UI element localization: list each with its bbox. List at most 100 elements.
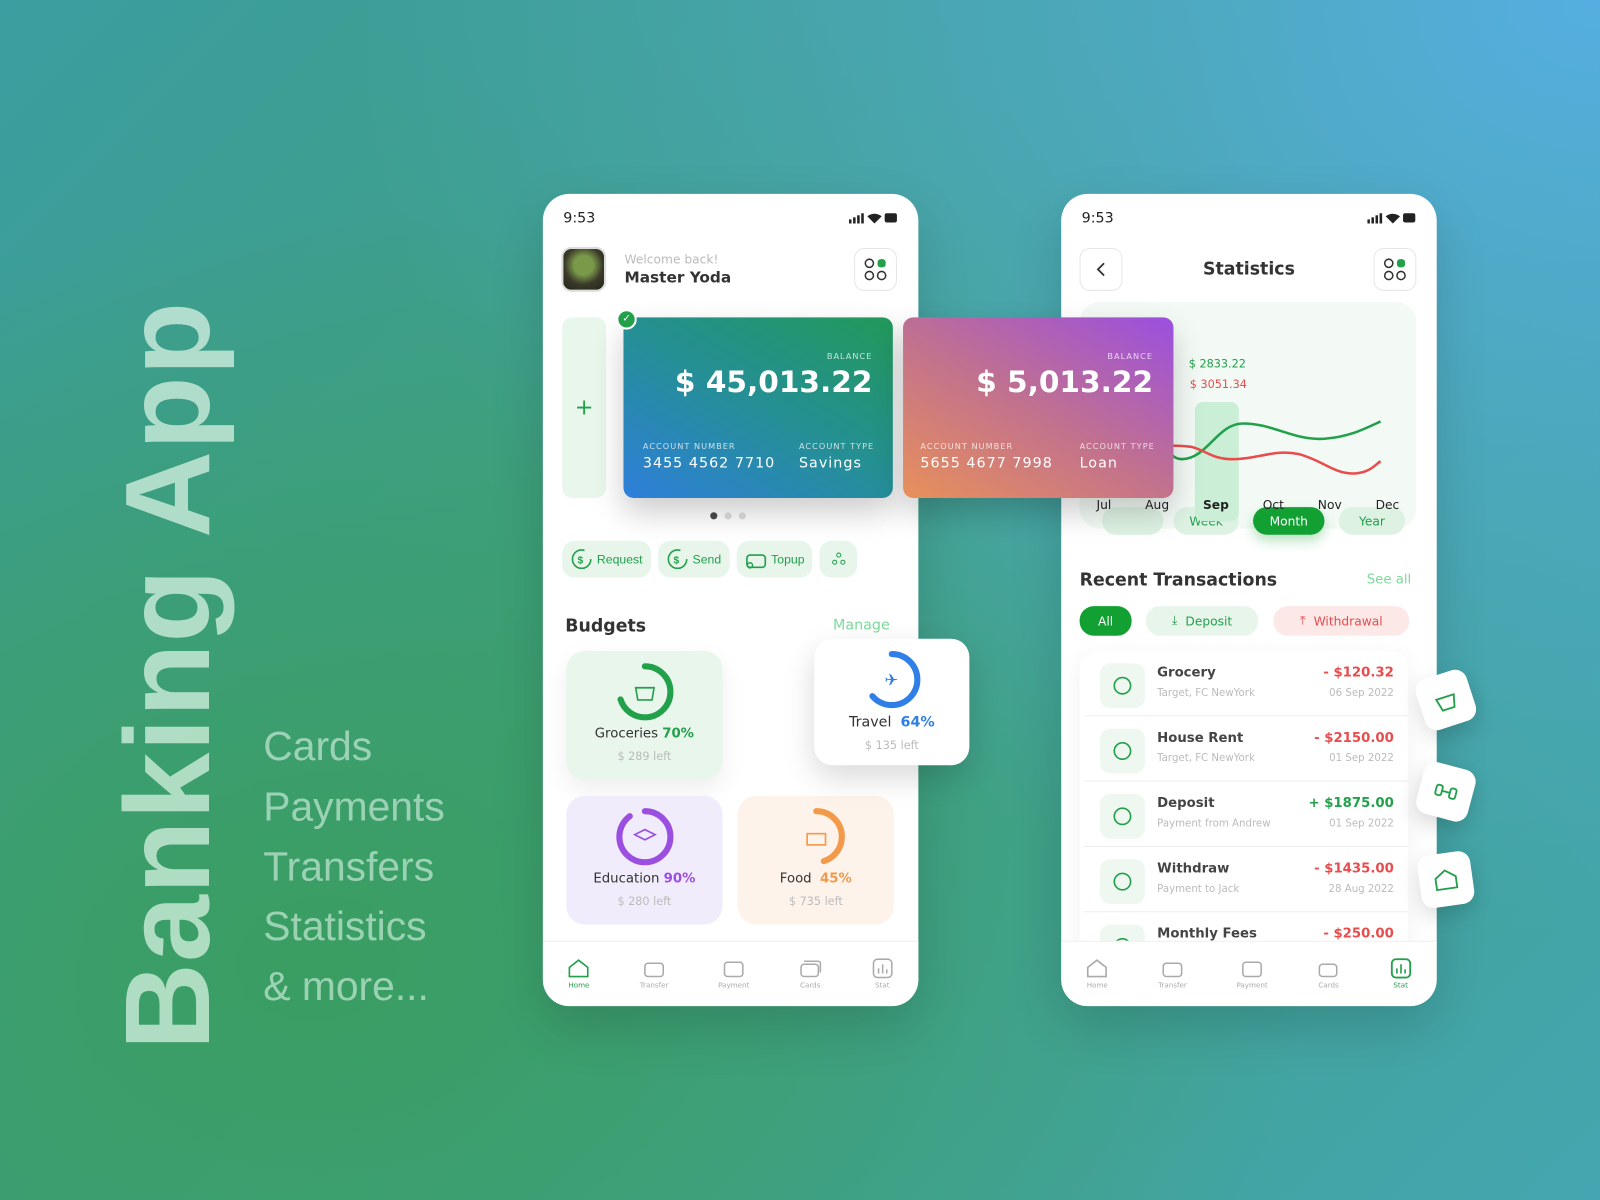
transaction-row[interactable]: House Rent Target, FC NewYork - $2150.00… [1083, 716, 1409, 782]
nav-stat[interactable]: Stat [1389, 958, 1411, 990]
filter-deposit[interactable]: ⤓ Deposit [1145, 606, 1259, 636]
budget-left: $ 289 left [617, 749, 672, 764]
nav-cards[interactable]: Cards [1317, 958, 1339, 990]
feature-transfers: Transfers [263, 844, 435, 890]
budget-name: Education [593, 871, 660, 887]
signal-wifi-battery-icon [1367, 213, 1416, 224]
house-icon [1099, 728, 1145, 774]
account-type-label: ACCOUNT TYPE [1079, 441, 1155, 452]
budget-name: Groceries [594, 726, 658, 742]
card-pager[interactable] [710, 512, 746, 520]
home-screen: 9:53 Welcome back! Master Yoda + BALANCE… [542, 193, 919, 1007]
month-sep[interactable]: Sep [1203, 498, 1229, 512]
upload-icon: ⤒ [1300, 613, 1306, 628]
transaction-row[interactable]: Deposit Payment from Andrew + $1875.00 0… [1083, 782, 1409, 847]
see-all-link[interactable]: See all [1367, 572, 1411, 587]
nav-transfer[interactable]: Transfer [640, 958, 668, 990]
status-icons [848, 212, 898, 224]
filter-all[interactable]: All [1079, 606, 1132, 636]
transaction-subtitle: Target, FC NewYork [1157, 687, 1255, 699]
month-oct[interactable]: Oct [1263, 498, 1284, 512]
month-nov[interactable]: Nov [1318, 498, 1342, 512]
transaction-amount: - $250.00 [1323, 926, 1394, 942]
nav-home[interactable]: Home [1086, 958, 1108, 990]
loan-card[interactable]: BALANCE $ 5,013.22 ACCOUNT NUMBER 5655 4… [903, 317, 1174, 498]
savings-card[interactable]: BALANCE $ 45,013.22 ACCOUNT NUMBER 3455 … [623, 317, 893, 498]
transaction-amount: - $1435.00 [1314, 861, 1394, 877]
feature-cards: Cards [263, 724, 373, 770]
budget-groceries[interactable]: Groceries 70% $ 289 left [566, 651, 723, 780]
svg-text:$: $ [578, 555, 584, 566]
transaction-row[interactable]: Withdraw Payment to Jack - $1435.00 28 A… [1083, 847, 1409, 913]
budget-percent: 64% [900, 714, 935, 731]
feature-statistics: Statistics [263, 904, 427, 949]
month-axis: Jul Aug Sep Oct Nov Dec [1080, 498, 1417, 512]
request-label: Request [596, 552, 643, 567]
payment-icon [1242, 961, 1263, 978]
status-time: 9:53 [563, 210, 596, 227]
transaction-name: Grocery [1157, 665, 1216, 681]
transaction-name: Deposit [1157, 795, 1215, 812]
month-aug[interactable]: Aug [1145, 498, 1169, 512]
account-number: 3455 4562 7710 [642, 455, 776, 472]
request-button[interactable]: $ Request [562, 540, 651, 578]
transaction-date: 06 Sep 2022 [1329, 687, 1394, 699]
bottom-nav: Home Transfer Payment Cards Stat [542, 940, 919, 1007]
transaction-date: 28 Aug 2022 [1328, 883, 1394, 895]
budget-name: Food [779, 871, 812, 887]
cards-icon [1318, 963, 1338, 978]
transaction-subtitle: Target, FC NewYork [1157, 753, 1255, 765]
stat-icon [872, 958, 893, 979]
groceries-progress-ring [615, 663, 673, 721]
nav-payment[interactable]: Payment [1236, 958, 1268, 990]
payment-icon [723, 961, 744, 978]
nav-transfer[interactable]: Transfer [1158, 958, 1187, 990]
budget-left: $ 735 left [788, 894, 843, 909]
month-dec[interactable]: Dec [1376, 498, 1400, 512]
send-button[interactable]: $ Send [657, 540, 730, 578]
home-icon [568, 959, 589, 978]
more-icon [832, 552, 846, 565]
avatar[interactable] [561, 246, 607, 292]
basket-icon [1099, 663, 1145, 709]
card-balance: $ 45,013.22 [674, 364, 873, 399]
add-card-button[interactable]: + [562, 317, 607, 498]
grid-menu-icon [1383, 258, 1406, 281]
basket-icon [634, 686, 655, 701]
food-progress-ring [787, 808, 845, 866]
transaction-amount: - $2150.00 [1314, 730, 1394, 746]
nav-payment[interactable]: Payment [718, 958, 749, 990]
nav-home[interactable]: Home [568, 958, 590, 990]
account-number-label: ACCOUNT NUMBER [920, 441, 1014, 452]
send-label: Send [692, 552, 722, 567]
balance-label: BALANCE [1107, 352, 1154, 362]
account-type: Loan [1079, 455, 1118, 472]
tooltip-income: $ 2833.22 [1188, 357, 1246, 371]
month-jul[interactable]: Jul [1097, 498, 1112, 512]
menu-button[interactable] [1373, 247, 1417, 291]
nav-stat[interactable]: Stat [871, 958, 893, 990]
budget-percent: 45% [820, 871, 852, 887]
budget-food[interactable]: Food 45% $ 735 left [737, 795, 894, 925]
menu-button[interactable] [854, 247, 897, 291]
user-name: Master Yoda [624, 268, 732, 287]
dollar-in-icon: $ [571, 549, 592, 570]
signal-wifi-battery-icon [848, 213, 897, 224]
transaction-amount: + $1875.00 [1308, 795, 1394, 812]
topup-button[interactable]: Topup [736, 540, 813, 578]
feature-payments: Payments [263, 784, 445, 830]
transaction-name: House Rent [1157, 730, 1244, 746]
graduation-cap-icon [632, 828, 657, 841]
dollar-out-icon [1099, 859, 1145, 905]
wallet-icon [745, 554, 766, 569]
transaction-row[interactable]: Grocery Target, FC NewYork - $120.32 06 … [1083, 651, 1409, 717]
filter-withdrawal[interactable]: ⤒ Withdrawal [1273, 606, 1410, 636]
nav-cards[interactable]: Cards [799, 958, 822, 990]
budget-education[interactable]: Education 90% $ 280 left [566, 795, 723, 925]
more-actions-button[interactable] [819, 540, 858, 578]
manage-link[interactable]: Manage [833, 617, 890, 633]
budget-left: $ 135 left [864, 738, 919, 753]
status-time: 9:53 [1081, 210, 1114, 227]
cake-icon [805, 832, 826, 846]
budget-travel[interactable]: ✈ Travel 64% $ 135 left [814, 638, 970, 766]
